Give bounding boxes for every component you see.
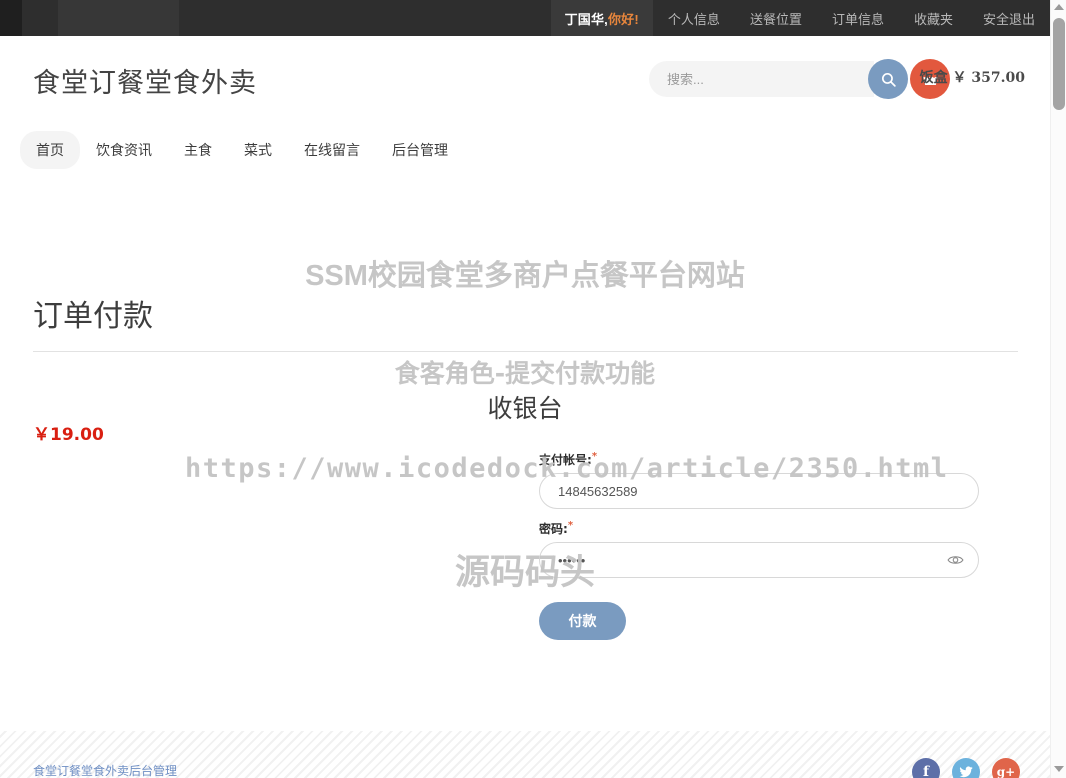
site-header: 食堂订餐堂食外卖 饭盒 ￥ 357.00 首页 饮食资讯 主食 菜式 在线留言 …: [0, 36, 1050, 201]
account-input[interactable]: [540, 474, 978, 508]
topnav-item-logout[interactable]: 安全退出: [968, 0, 1050, 36]
scroll-up-arrow-icon[interactable]: [1054, 4, 1064, 10]
eye-icon: [947, 556, 964, 564]
topnav-item-profile[interactable]: 个人信息: [653, 0, 735, 36]
password-input-box: [539, 542, 979, 578]
googleplus-glyph: g+: [996, 765, 1016, 778]
topbar-shade-left: [0, 0, 22, 36]
password-field-group: 密码:*: [539, 520, 979, 578]
greeting-name: 丁国华,: [564, 11, 608, 27]
nav-item-home[interactable]: 首页: [20, 131, 80, 169]
top-utility-bar: 丁国华, 你好! 个人信息 送餐位置 订单信息 收藏夹 安全退出: [0, 0, 1050, 36]
account-input-box: [539, 473, 979, 509]
account-field-group: 支付帐号:*: [539, 451, 979, 509]
pay-button[interactable]: 付款: [539, 602, 626, 640]
topnav-item-order-info[interactable]: 订单信息: [817, 0, 899, 36]
account-required-asterisk: *: [591, 451, 598, 462]
cashier-heading: 收银台: [487, 394, 563, 423]
search-input[interactable]: [649, 61, 874, 97]
account-label: 支付帐号:*: [539, 451, 979, 468]
nav-item-admin[interactable]: 后台管理: [376, 131, 464, 169]
nav-item-message-board[interactable]: 在线留言: [288, 131, 376, 169]
nav-item-dishes[interactable]: 菜式: [228, 131, 288, 169]
search-area: [649, 59, 908, 99]
title-divider: [33, 351, 1018, 352]
cart-total-label: 饭盒 ￥ 357.00: [919, 70, 1025, 86]
topnav-item-delivery-address[interactable]: 送餐位置: [735, 0, 817, 36]
scrollbar-thumb[interactable]: [1053, 18, 1065, 110]
nav-item-food-news[interactable]: 饮食资讯: [80, 131, 168, 169]
main-navigation: 首页 饮食资讯 主食 菜式 在线留言 后台管理: [20, 131, 464, 169]
googleplus-icon[interactable]: g+: [992, 758, 1020, 778]
password-input[interactable]: [540, 543, 978, 577]
facebook-icon[interactable]: f: [912, 758, 940, 778]
social-links: f g+: [912, 758, 1020, 778]
password-label-text: 密码:: [539, 522, 568, 536]
search-button[interactable]: [868, 59, 908, 99]
nav-item-staple[interactable]: 主食: [168, 131, 228, 169]
payment-form: 支付帐号:* 密码:* 付款: [539, 451, 979, 640]
account-label-text: 支付帐号:: [539, 453, 592, 467]
toggle-password-visibility-icon[interactable]: [947, 554, 964, 567]
topbar-shade-mid2: [167, 0, 179, 36]
page-scrollbar[interactable]: [1050, 0, 1066, 778]
facebook-glyph: f: [922, 764, 930, 778]
user-greeting[interactable]: 丁国华, 你好!: [550, 0, 653, 36]
scroll-down-arrow-icon[interactable]: [1054, 766, 1064, 772]
search-icon: [881, 72, 896, 87]
site-logo[interactable]: 食堂订餐堂食外卖: [33, 61, 257, 100]
password-required-asterisk: *: [567, 520, 574, 531]
site-footer: 食堂订餐堂食外卖后台管理 f g+: [0, 748, 1050, 778]
footer-admin-link[interactable]: 食堂订餐堂食外卖后台管理: [33, 762, 177, 778]
greeting-hi: 你好!: [607, 11, 639, 27]
twitter-icon[interactable]: [952, 758, 980, 778]
password-label: 密码:*: [539, 520, 979, 537]
page-title: 订单付款: [33, 299, 153, 334]
content-card: 订单付款 ￥19.00 收银台 支付帐号:* 密码:*: [0, 201, 1050, 731]
topnav-item-favorites[interactable]: 收藏夹: [899, 0, 968, 36]
topbar-shade-mid: [58, 0, 173, 36]
twitter-bird-icon: [959, 766, 973, 778]
